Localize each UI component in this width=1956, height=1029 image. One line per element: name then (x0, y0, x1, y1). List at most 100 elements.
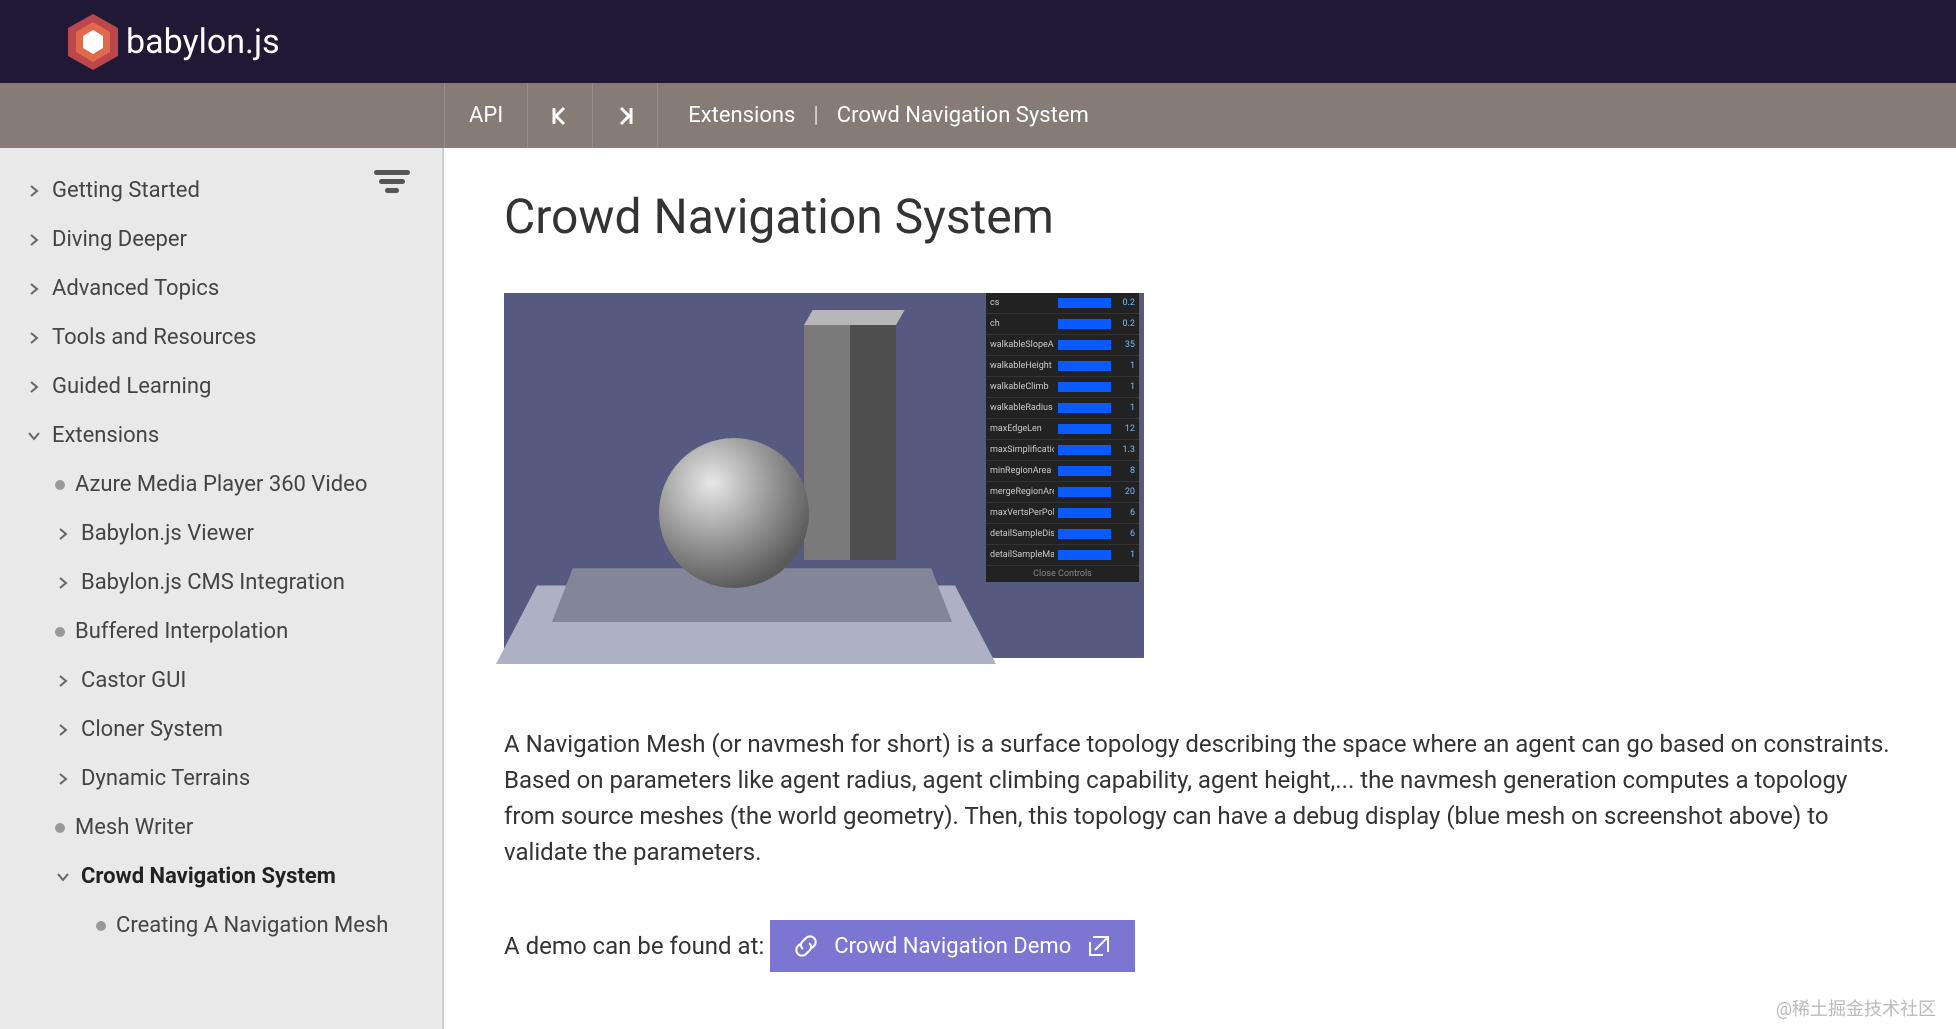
sidebar-item[interactable]: Tools and Resources (0, 313, 442, 362)
debug-label: detailSampleMa (990, 550, 1054, 560)
chevron-right-icon (55, 673, 71, 689)
debug-value: 1 (1115, 361, 1135, 371)
chevron-right-icon (55, 771, 71, 787)
debug-row: maxSimplificatio 1.3 (986, 440, 1139, 461)
bullet-icon (55, 480, 65, 490)
main-content: Crowd Navigation System cs0.2ch0.2walkab… (444, 148, 1956, 1029)
external-link-icon (1085, 932, 1113, 960)
debug-close[interactable]: Close Controls (986, 566, 1139, 582)
debug-value: 8 (1115, 466, 1135, 476)
debug-slider[interactable] (1058, 466, 1111, 476)
debug-slider[interactable] (1058, 508, 1111, 518)
chevron-right-icon (55, 575, 71, 591)
demo-link-label: Crowd Navigation Demo (834, 934, 1071, 959)
sidebar-item[interactable]: Advanced Topics (0, 264, 442, 313)
sidebar-item[interactable]: Mesh Writer (0, 803, 442, 852)
demo-intro-text: A demo can be found at: (504, 932, 764, 960)
sidebar-item[interactable]: Extensions (0, 411, 442, 460)
sidebar-item-label: Babylon.js Viewer (81, 521, 254, 546)
debug-row: ch0.2 (986, 314, 1139, 335)
debug-row: walkableClimb 1 (986, 377, 1139, 398)
chevron-down-icon (26, 428, 42, 444)
description-paragraph: A Navigation Mesh (or navmesh for short)… (504, 726, 1896, 870)
debug-slider[interactable] (1058, 550, 1111, 560)
debug-slider[interactable] (1058, 487, 1111, 497)
sidebar-item[interactable]: Babylon.js CMS Integration (0, 558, 442, 607)
debug-value: 6 (1115, 529, 1135, 539)
sidebar-item-label: Getting Started (52, 178, 200, 203)
breadcrumb-part[interactable]: Extensions (688, 103, 795, 128)
debug-slider[interactable] (1058, 340, 1111, 350)
debug-value: 0.2 (1115, 298, 1135, 308)
demo-link-button[interactable]: Crowd Navigation Demo (770, 920, 1135, 972)
sidebar-item[interactable]: Buffered Interpolation (0, 607, 442, 656)
debug-label: cs (990, 298, 1054, 308)
debug-label: mergeRegionArea (990, 487, 1054, 497)
sidebar-item-label: Guided Learning (52, 374, 211, 399)
sidebar-item[interactable]: Cloner System (0, 705, 442, 754)
debug-slider[interactable] (1058, 298, 1111, 308)
sidebar-item[interactable]: Babylon.js Viewer (0, 509, 442, 558)
sidebar-item[interactable]: Creating A Navigation Mesh (0, 901, 442, 950)
debug-slider[interactable] (1058, 319, 1111, 329)
bullet-icon (96, 921, 106, 931)
sidebar-item[interactable]: Castor GUI (0, 656, 442, 705)
debug-row: walkableRadius1 (986, 398, 1139, 419)
topbar: API Extensions | Crowd Navigation System (0, 83, 1956, 148)
sidebar-item-label: Crowd Navigation System (81, 864, 336, 889)
debug-slider[interactable] (1058, 445, 1111, 455)
chevron-right-icon (26, 183, 42, 199)
debug-value: 1 (1115, 382, 1135, 392)
sidebar-item[interactable]: Azure Media Player 360 Video (0, 460, 442, 509)
debug-value: 6 (1115, 508, 1135, 518)
debug-row: mergeRegionArea20 (986, 482, 1139, 503)
sidebar-item-label: Mesh Writer (75, 815, 193, 840)
chevron-right-icon (26, 330, 42, 346)
debug-label: walkableRadius (990, 403, 1054, 413)
sidebar-item[interactable]: Dynamic Terrains (0, 754, 442, 803)
api-link[interactable]: API (444, 83, 528, 148)
sidebar-item[interactable]: Guided Learning (0, 362, 442, 411)
screenshot-figure: cs0.2ch0.2walkableSlopeA35walkableHeight… (504, 293, 1144, 658)
sidebar-item-label: Advanced Topics (52, 276, 219, 301)
sidebar: Getting Started Diving Deeper Advanced Top… (0, 148, 444, 1029)
debug-label: maxEdgeLen (990, 424, 1054, 434)
chevron-right-icon (26, 379, 42, 395)
chevron-right-icon (26, 232, 42, 248)
sidebar-item-label: Tools and Resources (52, 325, 256, 350)
debug-slider[interactable] (1058, 424, 1111, 434)
link-icon (792, 932, 820, 960)
nav-prev-button[interactable] (528, 83, 593, 148)
brand-text: babylon.js (126, 22, 280, 62)
page-title: Crowd Navigation System (504, 188, 1896, 245)
chevron-right-icon (55, 526, 71, 542)
debug-row: cs 0.2 (986, 293, 1139, 314)
sidebar-item[interactable]: Diving Deeper (0, 215, 442, 264)
nav-next-button[interactable] (593, 83, 658, 148)
debug-value: 12 (1115, 424, 1135, 434)
debug-slider[interactable] (1058, 361, 1111, 371)
sidebar-item[interactable]: Crowd Navigation System (0, 852, 442, 901)
brand-logo[interactable]: babylon.js (68, 14, 280, 70)
debug-value: 0.2 (1115, 319, 1135, 329)
debug-slider[interactable] (1058, 382, 1111, 392)
debug-slider[interactable] (1058, 529, 1111, 539)
filter-icon[interactable] (374, 170, 410, 198)
debug-label: maxVertsPerPoly (990, 508, 1054, 518)
sidebar-item-label: Azure Media Player 360 Video (75, 472, 367, 497)
bullet-icon (55, 823, 65, 833)
debug-panel: cs0.2ch0.2walkableSlopeA35walkableHeight… (986, 293, 1139, 582)
debug-label: maxSimplificatio (990, 445, 1054, 455)
debug-label: walkableHeight (990, 361, 1054, 371)
breadcrumb-part[interactable]: Crowd Navigation System (837, 103, 1089, 128)
sidebar-item-label: Castor GUI (81, 668, 186, 693)
sidebar-item-label: Creating A Navigation Mesh (116, 913, 388, 938)
sidebar-item-label: Buffered Interpolation (75, 619, 288, 644)
watermark: @稀土掘金技术社区 (1776, 995, 1936, 1021)
bullet-icon (55, 627, 65, 637)
breadcrumb-separator: | (813, 103, 818, 128)
debug-label: walkableClimb (990, 382, 1054, 392)
debug-value: 1.3 (1115, 445, 1135, 455)
debug-label: walkableSlopeA (990, 340, 1054, 350)
debug-slider[interactable] (1058, 403, 1111, 413)
